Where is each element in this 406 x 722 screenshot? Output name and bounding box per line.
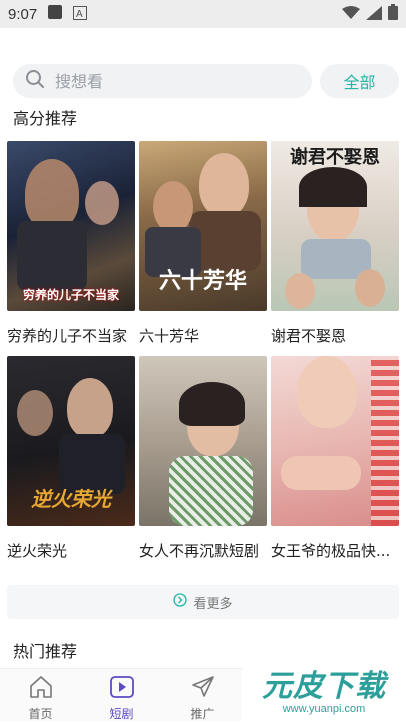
drama-title: 女人不再沉默短剧 bbox=[139, 542, 260, 560]
search-input[interactable] bbox=[55, 71, 275, 91]
poster-caption: 六十芳华 bbox=[158, 268, 247, 294]
drama-card[interactable]: 穷养的儿子不当家 穷养的儿子不当家 bbox=[7, 141, 135, 346]
tab-home[interactable]: 首页 bbox=[0, 669, 81, 721]
tab-promote-label: 推广 bbox=[190, 707, 215, 721]
status-bar: 9:07 A bbox=[0, 0, 406, 28]
tab-home-label: 首页 bbox=[28, 707, 53, 721]
status-time: 9:07 bbox=[8, 5, 38, 23]
chevron-circle-right-icon bbox=[173, 593, 188, 611]
search-row: 全部 bbox=[13, 64, 399, 98]
tab-short-drama-label: 短剧 bbox=[109, 707, 134, 721]
drama-title: 六十芳华 bbox=[139, 327, 200, 345]
drama-title: 谢君不娶恩 bbox=[271, 327, 347, 345]
drama-poster[interactable]: 六十芳华 bbox=[139, 141, 267, 311]
drama-title: 逆火荣光 bbox=[7, 542, 68, 560]
see-more-button[interactable]: 看更多 bbox=[7, 585, 399, 619]
drama-poster[interactable]: 逆火荣光 bbox=[7, 356, 135, 526]
signal-icon bbox=[366, 5, 382, 24]
watermark-url: www.yuanpi.com bbox=[282, 703, 366, 715]
poster-caption: 谢君不娶恩 bbox=[290, 147, 380, 168]
section-title-high-score: 高分推荐 bbox=[13, 109, 78, 128]
battery-icon bbox=[388, 4, 398, 24]
tab-short-drama[interactable]: 短剧 bbox=[81, 669, 162, 721]
send-icon bbox=[190, 674, 216, 703]
drama-poster[interactable] bbox=[139, 356, 267, 526]
poster-caption: 逆火荣光 bbox=[31, 487, 111, 511]
notification-icon bbox=[47, 4, 63, 24]
drama-title: 穷养的儿子不当家 bbox=[7, 327, 128, 345]
drama-card[interactable]: 谢君不娶恩 谢君不娶恩 bbox=[271, 141, 399, 346]
drama-card[interactable]: 逆火荣光 逆火荣光 bbox=[7, 356, 135, 561]
see-more-label: 看更多 bbox=[193, 596, 233, 612]
search-icon bbox=[25, 69, 45, 93]
all-button[interactable]: 全部 bbox=[320, 64, 399, 98]
drama-poster[interactable]: 穷养的儿子不当家 bbox=[7, 141, 135, 311]
drama-grid: 逆火荣光 逆火荣光 女人不再沉默短剧 女王爷的极品快... bbox=[7, 356, 399, 561]
home-icon bbox=[28, 674, 54, 703]
section-title-hot: 热门推荐 bbox=[13, 642, 78, 661]
poster-caption: 穷养的儿子不当家 bbox=[22, 288, 119, 302]
svg-text:A: A bbox=[76, 9, 83, 20]
drama-grid: 穷养的儿子不当家 穷养的儿子不当家 六十芳华 六十芳华 谢君不娶恩 谢君不娶恩 bbox=[7, 141, 399, 346]
drama-poster[interactable]: 谢君不娶恩 bbox=[271, 141, 399, 311]
drama-poster[interactable] bbox=[271, 356, 399, 526]
drama-card[interactable]: 女人不再沉默短剧 bbox=[139, 356, 267, 561]
wifi-icon bbox=[342, 5, 360, 24]
drama-card[interactable]: 六十芳华 六十芳华 bbox=[139, 141, 267, 346]
watermark-title: 元皮下载 bbox=[262, 669, 386, 704]
search-box[interactable] bbox=[13, 64, 312, 98]
tab-promote[interactable]: 推广 bbox=[162, 669, 243, 721]
drama-title: 女王爷的极品快... bbox=[271, 542, 391, 560]
drama-card[interactable]: 女王爷的极品快... bbox=[271, 356, 399, 561]
play-icon bbox=[109, 674, 135, 703]
text-a-icon: A bbox=[73, 5, 88, 24]
watermark: 元皮下载 www.yuanpi.com bbox=[242, 655, 406, 721]
